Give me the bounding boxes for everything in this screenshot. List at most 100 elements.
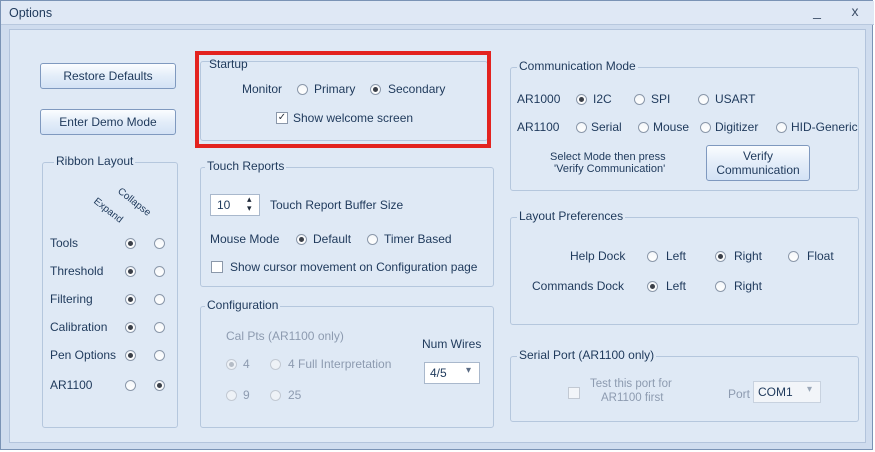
ribbon-row-label: Filtering	[50, 292, 93, 306]
ar1100-option-label[interactable]: Serial	[591, 120, 622, 134]
help-dock-option-label[interactable]: Left	[666, 249, 686, 263]
serial-port-title: Serial Port (AR1100 only)	[517, 348, 657, 362]
show-welcome-checkbox[interactable]: ✓	[276, 112, 288, 124]
mouse-mode-label: Mouse Mode	[210, 232, 280, 246]
help-dock-label: Help Dock	[570, 249, 626, 263]
ar1100-option-radio[interactable]	[576, 122, 587, 133]
options-panel: Restore Defaults Enter Demo Mode Ribbon …	[9, 29, 866, 443]
verify-communication-button[interactable]: Verify Communication	[706, 145, 810, 181]
cal-pts-label: Cal Pts (AR1100 only)	[226, 329, 344, 343]
ribbon-row-label: Calibration	[50, 320, 108, 334]
help-dock-option-label[interactable]: Float	[807, 249, 834, 263]
ribbon-expand-radio[interactable]	[125, 238, 136, 249]
ar1100-option-label[interactable]: HID-Generic	[791, 120, 858, 134]
ribbon-expand-radio[interactable]	[125, 322, 136, 333]
monitor-secondary-radio[interactable]	[370, 84, 381, 95]
ribbon-row-label: Pen Options	[50, 348, 117, 362]
cal-9-radio[interactable]	[226, 390, 237, 401]
ar1000-option-radio[interactable]	[634, 94, 645, 105]
ribbon-expand-radio[interactable]	[125, 380, 136, 391]
commands-dock-option-label[interactable]: Right	[734, 279, 762, 293]
touch-reports-title: Touch Reports	[205, 159, 287, 173]
ar1000-option-label[interactable]: SPI	[651, 92, 670, 106]
cal-4-full-radio[interactable]	[270, 359, 281, 370]
close-button[interactable]: x	[845, 3, 865, 19]
ar1100-option-radio[interactable]	[776, 122, 787, 133]
restore-defaults-button[interactable]: Restore Defaults	[40, 63, 176, 89]
ribbon-collapse-radio[interactable]	[154, 380, 165, 391]
buffer-size-label: Touch Report Buffer Size	[270, 198, 404, 212]
layout-preferences-group	[510, 217, 859, 325]
ribbon-expand-radio[interactable]	[125, 266, 136, 277]
minimize-button[interactable]: _	[807, 3, 827, 19]
num-wires-dropdown[interactable]: 4/5 ▾	[424, 362, 480, 384]
ar1100-label: AR1100	[517, 120, 560, 134]
enter-demo-mode-button[interactable]: Enter Demo Mode	[40, 109, 176, 135]
port-dropdown[interactable]: COM1 ▾	[753, 381, 821, 403]
verify-label-line-2: Communication	[716, 163, 800, 177]
ribbon-layout-title: Ribbon Layout	[54, 154, 136, 168]
commands-dock-option-label[interactable]: Left	[666, 279, 686, 293]
num-wires-label: Num Wires	[422, 337, 482, 351]
buffer-size-value: 10	[217, 198, 231, 212]
help-dock-option-label[interactable]: Right	[734, 249, 762, 263]
port-value: COM1	[758, 385, 793, 399]
verify-label-line-1: Verify	[742, 149, 773, 163]
test-port-line-1: Test this port for	[590, 378, 672, 390]
commands-dock-radio[interactable]	[647, 281, 658, 292]
monitor-primary-radio[interactable]	[297, 84, 308, 95]
cal-25-label: 25	[288, 388, 302, 402]
ar1100-option-label[interactable]: Mouse	[653, 120, 689, 134]
configuration-title: Configuration	[205, 298, 281, 312]
commands-dock-label: Commands Dock	[532, 279, 625, 293]
cal-4-full-label: 4 Full Interpretation	[288, 357, 392, 371]
commands-dock-radio[interactable]	[715, 281, 726, 292]
cal-4-radio[interactable]	[226, 359, 237, 370]
help-dock-radio[interactable]	[715, 251, 726, 262]
cal-25-radio[interactable]	[270, 390, 281, 401]
ribbon-expand-radio[interactable]	[125, 294, 136, 305]
cal-9-label: 9	[243, 388, 250, 402]
help-dock-radio[interactable]	[788, 251, 799, 262]
ribbon-row-label: AR1100	[50, 378, 93, 392]
spin-down-icon[interactable]: ▾	[247, 203, 252, 214]
ar1000-option-radio[interactable]	[698, 94, 709, 105]
monitor-label: Monitor	[242, 82, 283, 96]
mouse-mode-timer-radio[interactable]	[367, 234, 378, 245]
ribbon-collapse-radio[interactable]	[154, 350, 165, 361]
monitor-secondary-label[interactable]: Secondary	[388, 82, 445, 96]
ar1000-option-label[interactable]: I2C	[593, 92, 612, 106]
ribbon-row-label: Tools	[50, 236, 79, 250]
mouse-mode-default-label[interactable]: Default	[313, 232, 351, 246]
mouse-mode-timer-label[interactable]: Timer Based	[384, 232, 452, 246]
test-port-checkbox[interactable]	[568, 387, 580, 399]
ar1000-option-radio[interactable]	[576, 94, 587, 105]
chevron-down-icon[interactable]: ▾	[466, 365, 471, 376]
show-cursor-label[interactable]: Show cursor movement on Configuration pa…	[230, 260, 477, 274]
startup-title: Startup	[209, 57, 248, 71]
buffer-size-spinner[interactable]: 10 ▴ ▾	[210, 194, 260, 216]
cal-4-label: 4	[243, 357, 250, 371]
ribbon-collapse-radio[interactable]	[154, 294, 165, 305]
ar1000-label: AR1000	[517, 92, 561, 106]
monitor-primary-label[interactable]: Primary	[314, 82, 355, 96]
ribbon-collapse-radio[interactable]	[154, 238, 165, 249]
ar1100-option-label[interactable]: Digitizer	[715, 120, 758, 134]
ar1100-option-radio[interactable]	[638, 122, 649, 133]
ribbon-collapse-radio[interactable]	[154, 266, 165, 277]
ribbon-collapse-radio[interactable]	[154, 322, 165, 333]
ribbon-expand-radio[interactable]	[125, 350, 136, 361]
show-welcome-label[interactable]: Show welcome screen	[293, 111, 413, 125]
chevron-down-icon[interactable]: ▾	[807, 384, 812, 395]
test-port-line-2: AR1100 first	[601, 392, 664, 404]
ar1000-option-label[interactable]: USART	[715, 92, 755, 106]
title-bar[interactable]: Options _ x	[1, 1, 874, 25]
show-cursor-checkbox[interactable]	[211, 261, 223, 273]
port-label: Port	[728, 387, 751, 401]
ribbon-row-label: Threshold	[50, 264, 104, 278]
help-dock-radio[interactable]	[647, 251, 658, 262]
instruction-line-1: Select Mode then press	[550, 151, 666, 163]
ar1100-option-radio[interactable]	[700, 122, 711, 133]
mouse-mode-default-radio[interactable]	[296, 234, 307, 245]
communication-mode-title: Communication Mode	[517, 59, 638, 73]
